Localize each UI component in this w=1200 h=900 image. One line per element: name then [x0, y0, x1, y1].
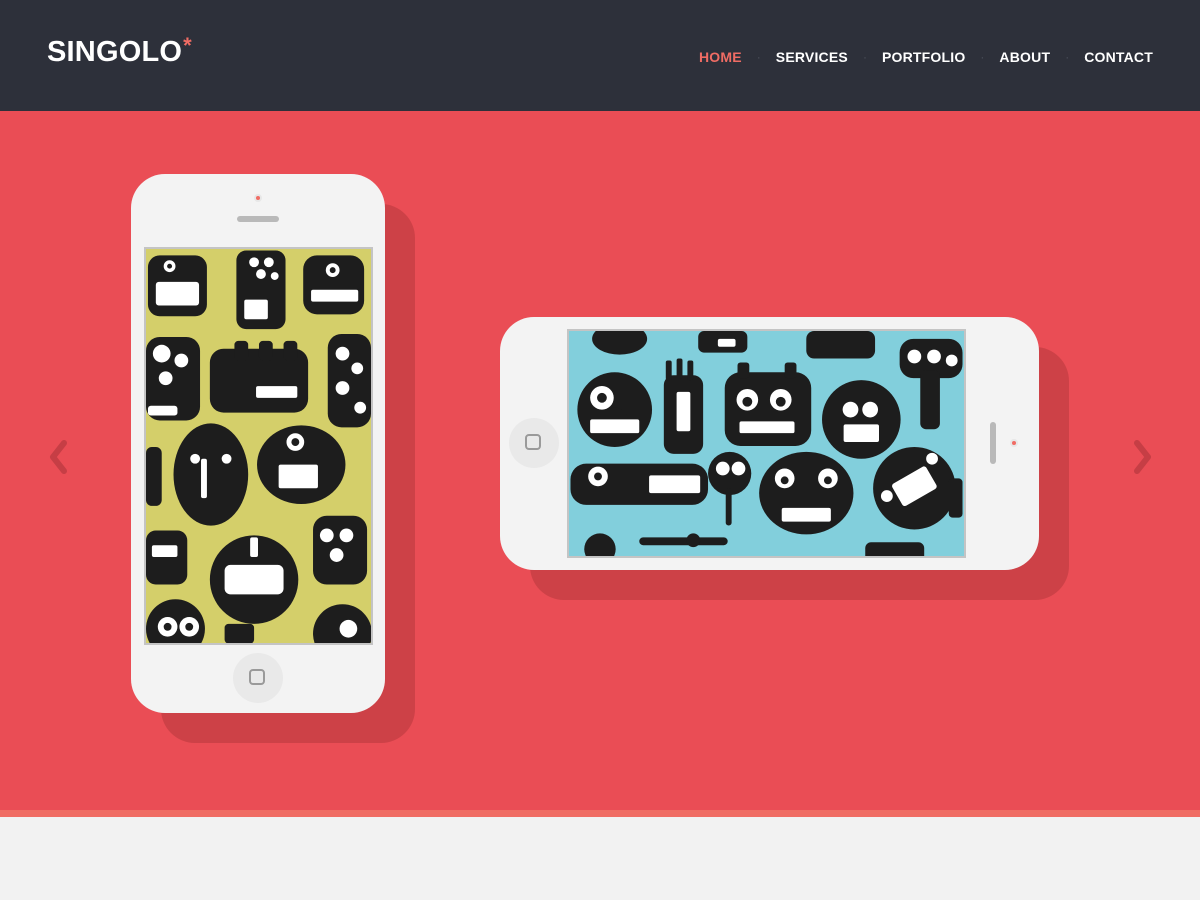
slider-bottom-border — [0, 810, 1200, 817]
slider-prev-button[interactable] — [47, 437, 71, 477]
phone-horizontal-screen[interactable] — [567, 329, 966, 558]
speaker-grille — [237, 216, 279, 222]
slider-next-button[interactable] — [1130, 437, 1154, 477]
nav-separator: · — [1065, 50, 1070, 64]
logo-text: SINGOLO — [47, 36, 183, 68]
speaker-grille — [990, 422, 996, 464]
phone-home-button[interactable] — [509, 418, 559, 468]
hero-slider — [0, 111, 1200, 810]
camera-icon — [254, 194, 262, 202]
nav-separator: · — [980, 50, 985, 64]
nav-about[interactable]: ABOUT — [999, 49, 1050, 65]
nav-separator: · — [862, 50, 867, 64]
nav-contact[interactable]: CONTACT — [1084, 49, 1153, 65]
monster-pattern-image — [570, 331, 963, 556]
phone-vertical — [131, 174, 385, 713]
site-header: SINGOLO* HOME · SERVICES · PORTFOLIO · A… — [0, 0, 1200, 111]
phone-home-button[interactable] — [233, 653, 283, 703]
nav-services[interactable]: SERVICES — [776, 49, 848, 65]
monster-pattern-image — [146, 250, 371, 643]
nav-home[interactable]: HOME — [699, 49, 742, 65]
logo-star-mark: * — [183, 33, 192, 58]
logo[interactable]: SINGOLO* — [47, 33, 192, 69]
main-nav: HOME · SERVICES · PORTFOLIO · ABOUT · CO… — [699, 49, 1153, 65]
nav-separator: · — [756, 50, 761, 64]
chevron-left-icon — [50, 440, 67, 474]
camera-icon — [1010, 439, 1018, 447]
chevron-right-icon — [1134, 440, 1151, 474]
phone-horizontal — [500, 317, 1039, 570]
nav-portfolio[interactable]: PORTFOLIO — [882, 49, 965, 65]
phone-vertical-screen[interactable] — [144, 247, 373, 645]
